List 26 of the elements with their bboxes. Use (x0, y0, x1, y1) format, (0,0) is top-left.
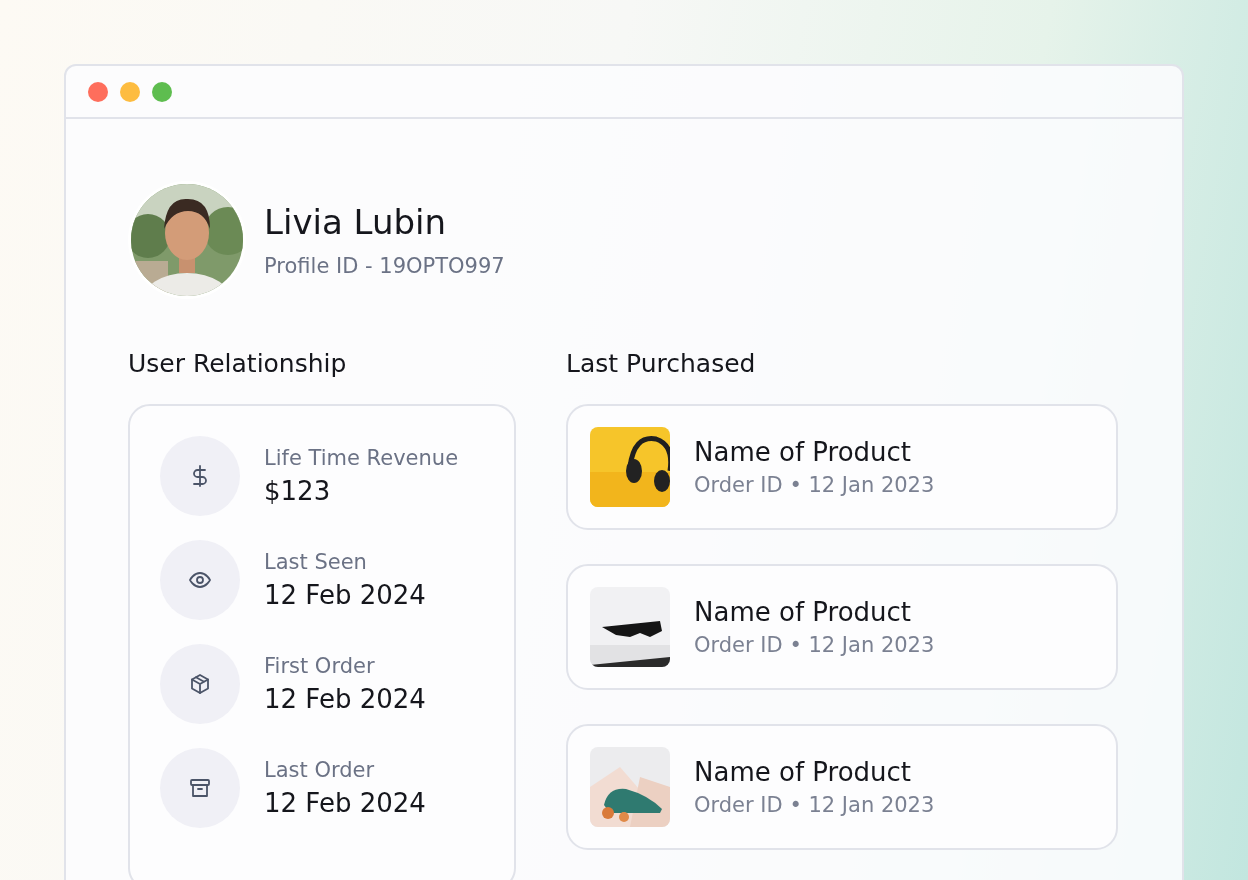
order-meta: Order ID • 12 Jan 2023 (694, 473, 935, 497)
product-card[interactable]: Name of Product Order ID • 12 Jan 2023 (566, 404, 1118, 530)
section-title: User Relationship (128, 349, 348, 378)
stat-value: 12 Feb 2024 (264, 788, 426, 818)
stat-value: 12 Feb 2024 (264, 684, 426, 714)
window-control[interactable] (152, 81, 172, 102)
window-control[interactable] (88, 81, 108, 102)
archive-icon (188, 776, 212, 800)
profile-id: Profile ID - 19OPTO997 (264, 254, 505, 278)
stat-value: $123 (264, 476, 332, 506)
profile-name: Livia Lubin (264, 202, 448, 242)
order-meta: Order ID • 12 Jan 2023 (694, 633, 935, 657)
product-card[interactable]: Name of Product Order ID • 12 Jan 2023 (566, 564, 1118, 690)
box-icon (188, 672, 212, 696)
stat-label: First Order (264, 654, 376, 678)
section-title: Last Purchased (566, 349, 757, 378)
stat-label: Last Seen (264, 550, 368, 574)
window-control[interactable] (120, 81, 140, 102)
product-name: Name of Product (694, 597, 912, 627)
stat-label: Life Time Revenue (264, 446, 459, 470)
product-name: Name of Product (694, 437, 912, 467)
order-meta: Order ID • 12 Jan 2023 (694, 793, 935, 817)
stat-value: 12 Feb 2024 (264, 580, 426, 610)
stat-label: Last Order (264, 758, 376, 782)
product-card[interactable]: Name of Product Order ID • 12 Jan 2023 (566, 724, 1118, 850)
product-name: Name of Product (694, 757, 912, 787)
